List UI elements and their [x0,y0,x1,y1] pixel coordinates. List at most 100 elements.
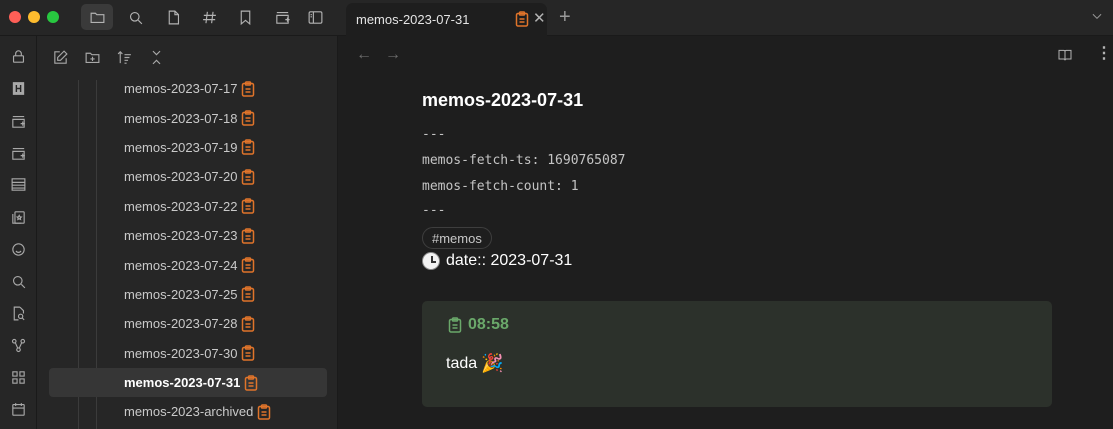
file-item[interactable]: memos-2023-07-23 [37,221,338,250]
tab-title: memos-2023-07-31 [356,12,470,27]
file-item[interactable]: memos-2023-07-19 [37,133,338,162]
sidebar-toggle-icon [308,10,322,24]
memo-card: 08:58 tada 🎉 [422,301,1052,407]
clipboard-icon [241,110,255,126]
clipboard-icon [241,80,255,97]
clipboard-icon [241,316,255,332]
flashcards-icon [11,210,25,224]
memo-body: tada 🎉 [446,353,504,374]
file-item-label: memos-2023-archived [124,404,254,420]
collapse-all-button[interactable] [143,44,169,70]
new-file-button[interactable] [157,4,189,30]
files-button[interactable] [81,4,113,30]
close-window-button[interactable] [9,11,21,23]
frontmatter-close: --- [422,203,446,218]
bookmarks-button[interactable] [229,4,261,30]
new-canvas-button[interactable] [266,4,298,30]
file-explorer: memos-2023-07-17 memos-2023-07-18 memos-… [37,36,338,429]
file-search-icon [13,306,25,320]
tab-memos-2023-07-31[interactable]: memos-2023-07-31 ✕ [346,3,547,36]
file-item-active[interactable]: memos-2023-07-31 [49,367,327,398]
flashcards-button[interactable] [6,205,30,229]
clipboard-icon [241,169,255,185]
clipboard-icon [241,198,255,214]
file-item[interactable]: memos-2023-07-28 [37,309,338,338]
file-item[interactable]: memos-2023-07-20 [37,162,338,191]
file-item-label: memos-2023-07-20 [124,169,238,185]
more-options-button[interactable]: ⋮ [1096,46,1112,62]
folder-icon [90,12,104,23]
file-item[interactable]: memos-2023-07-17 [37,74,338,103]
chevron-down-icon [1092,13,1102,19]
logo-icon [12,81,24,95]
canvas-add-alt-button[interactable] [6,141,30,165]
plugin-logo-button[interactable] [6,76,30,100]
file-item[interactable]: memos-2023-07-18 [37,103,338,132]
search-ribbon-button[interactable] [6,269,30,293]
tab-bar: memos-2023-07-31 ✕ + [338,0,1113,36]
tab-close-button[interactable]: ✕ [533,11,546,27]
zoom-window-button[interactable] [47,11,59,23]
sort-icon [117,50,131,64]
grid-button[interactable] [6,365,30,389]
lock-button[interactable] [6,44,30,68]
search-icon [129,11,142,24]
clipboard-icon [241,286,255,303]
sort-button[interactable] [111,44,137,70]
new-folder-button[interactable] [79,44,105,70]
tab-list-button[interactable] [1090,9,1104,26]
file-search-button[interactable] [6,301,30,325]
note-title: memos-2023-07-31 [422,90,584,110]
search-icon [12,275,25,288]
clipboard-icon [241,257,255,273]
date-text: date:: 2023-07-31 [446,252,573,269]
file-item-label: memos-2023-07-23 [124,228,238,244]
file-item[interactable]: memos-2023-07-24 [37,250,338,279]
new-folder-icon [85,52,99,63]
new-tab-button[interactable]: + [559,7,571,27]
frontmatter-fetch-ts: memos-fetch-ts: 1690765087 [422,153,626,168]
calendar-button[interactable] [6,397,30,421]
clipboard-icon [515,11,529,27]
file-item-label: memos-2023-07-19 [124,139,238,155]
date-line: date:: 2023-07-31 [422,252,572,270]
clipboard-icon [241,139,255,156]
memo-body-text: tada [446,354,478,372]
list-button[interactable] [6,172,30,196]
list-icon [11,177,25,191]
new-note-icon [53,49,68,64]
minimize-window-button[interactable] [28,11,40,23]
canvas-add-button[interactable] [6,109,30,133]
file-item-label: memos-2023-07-31 [124,375,241,391]
reading-view-button[interactable] [1057,47,1073,66]
new-canvas-icon [275,11,290,24]
tags-button[interactable] [193,4,225,30]
forward-button[interactable]: → [385,46,401,64]
hash-icon [202,11,216,23]
file-item-label: memos-2023-07-24 [124,257,238,273]
titlebar [0,0,338,36]
clipboard-icon [244,374,258,391]
file-icon [168,10,179,24]
graph-button[interactable] [6,333,30,357]
tag-memos[interactable]: #memos [422,227,492,249]
canvas-add-icon [11,115,25,128]
file-item[interactable]: memos-2023-07-25 [37,280,338,309]
back-button[interactable]: ← [356,46,372,64]
sidebar-toggle-button[interactable] [299,4,331,30]
file-item[interactable]: memos-2023-07-30 [37,339,338,368]
search-button[interactable] [119,4,151,30]
memo-time-text: 08:58 [468,316,509,333]
clipboard-icon [257,404,271,420]
ribbon [0,36,37,429]
file-item[interactable]: memos-2023-archived [37,397,338,426]
collapse-icon [152,50,160,64]
file-item[interactable]: memos-2023-07-22 [37,192,338,221]
new-note-button[interactable] [47,44,73,70]
file-item-label: memos-2023-07-17 [124,81,238,97]
bookmark-icon [240,10,250,25]
smile-button[interactable] [6,237,30,261]
frontmatter-fetch-count: memos-fetch-count: 1 [422,179,579,194]
file-item-label: memos-2023-07-18 [124,110,238,126]
grid-icon [11,370,25,384]
